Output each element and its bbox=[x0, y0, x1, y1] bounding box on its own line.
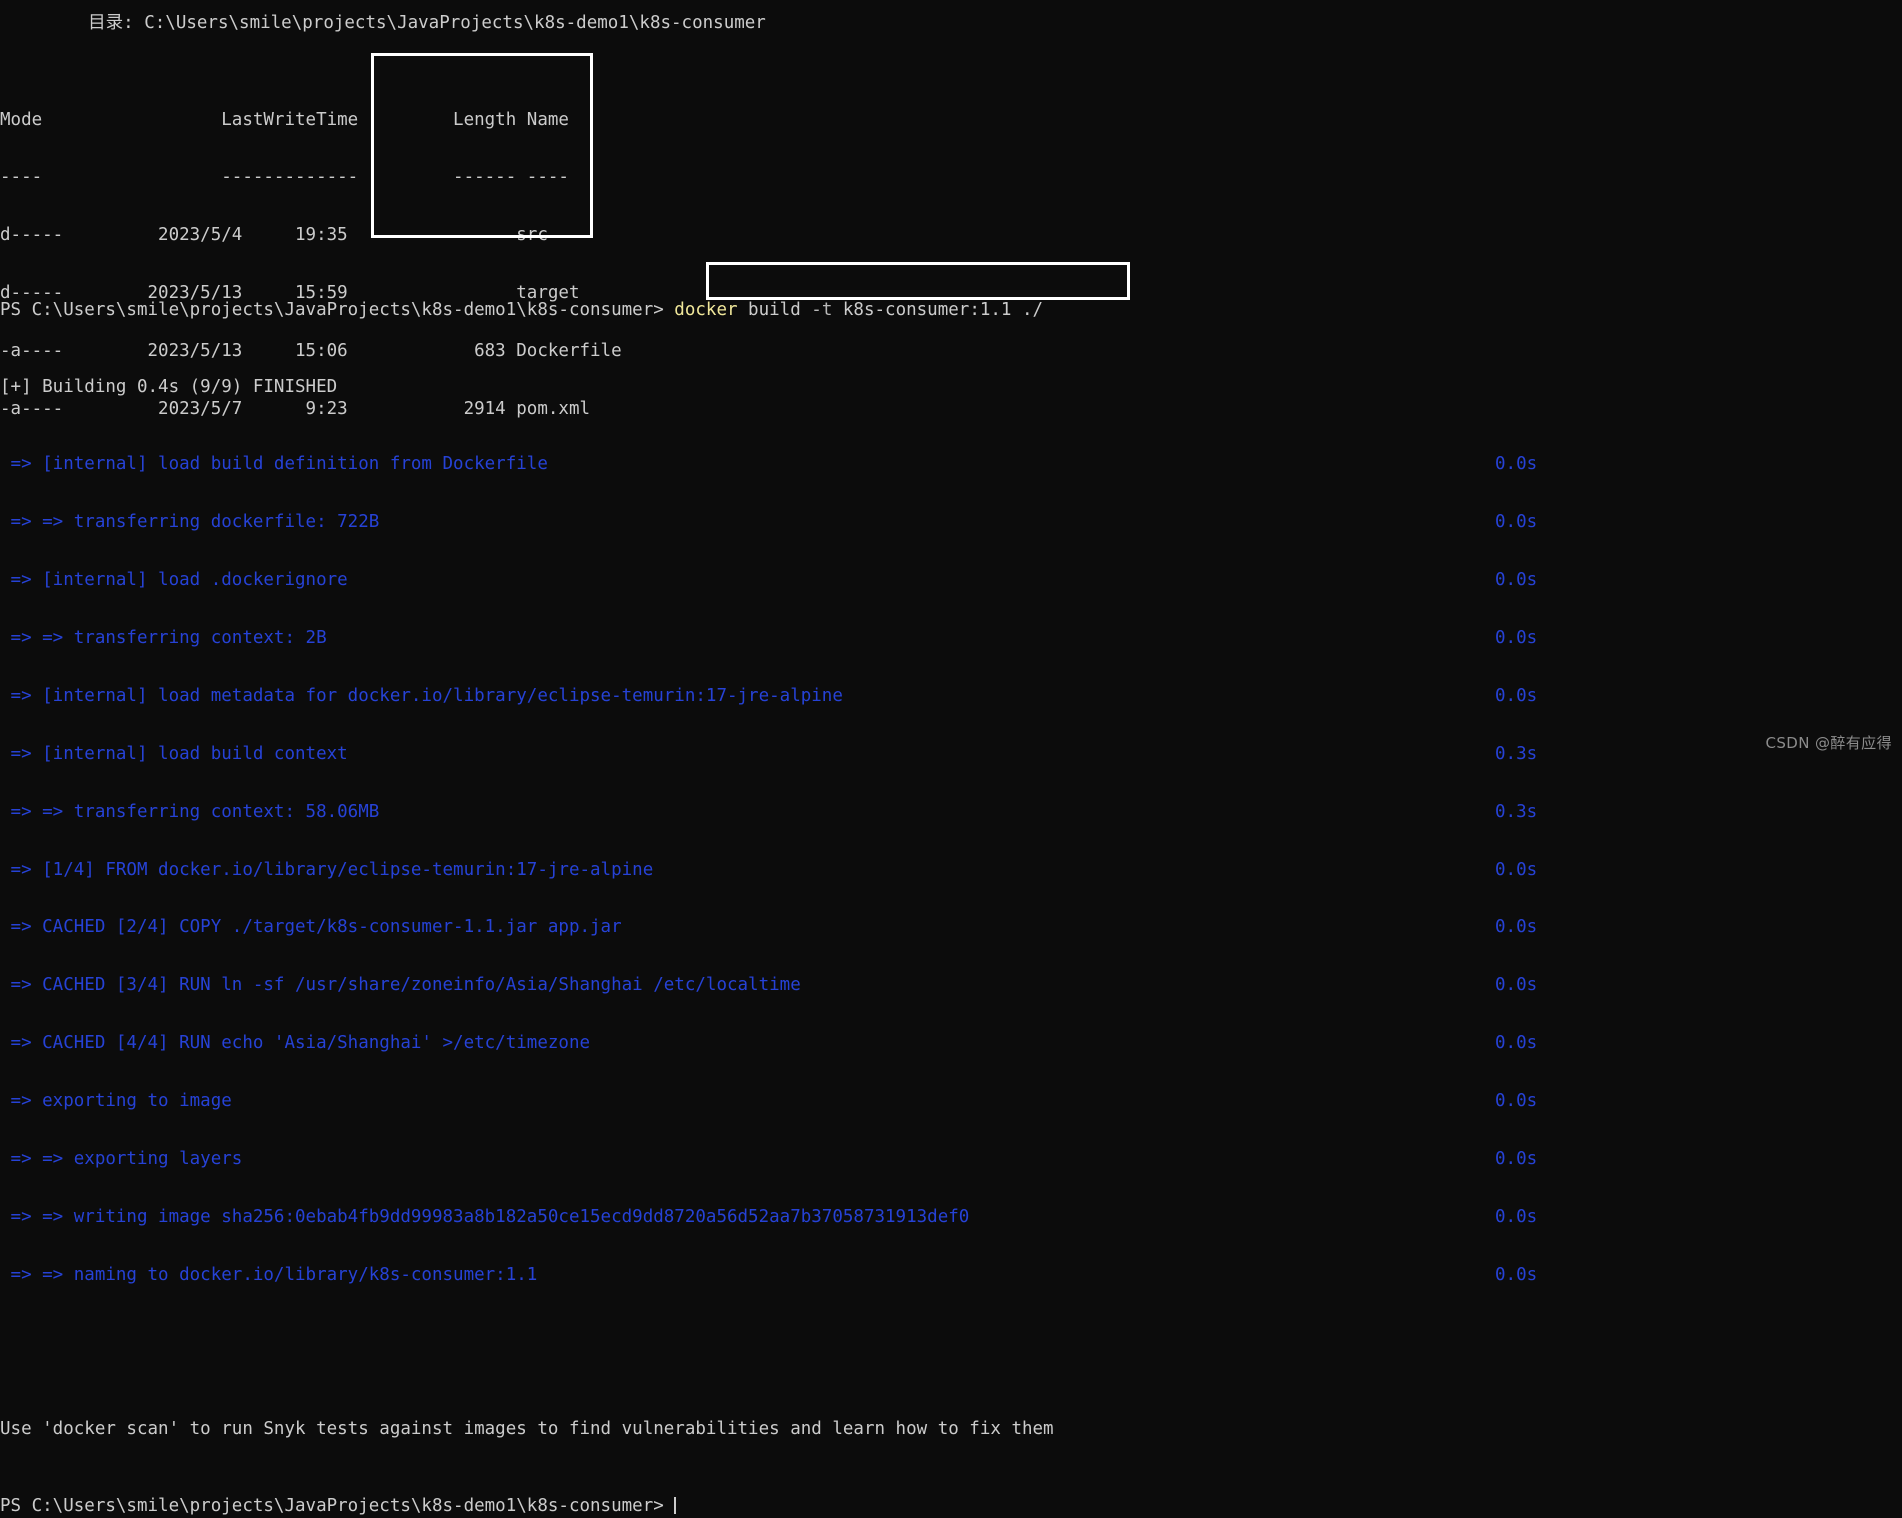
docker-build-output: PS C:\Users\smile\projects\JavaProjects\… bbox=[0, 243, 1538, 1518]
build-step-text: => exporting to image bbox=[0, 1091, 232, 1112]
build-step: => CACHED [2/4] COPY ./target/k8s-consum… bbox=[0, 917, 1538, 938]
build-step-text: => [internal] load build definition from… bbox=[0, 454, 548, 475]
listing-column-headers: Mode LastWriteTime Length Name bbox=[0, 109, 569, 130]
build-step-text: => => naming to docker.io/library/k8s-co… bbox=[0, 1264, 538, 1285]
command-flag: -t bbox=[811, 299, 833, 320]
build-step: => CACHED [3/4] RUN ln -sf /usr/share/zo… bbox=[0, 975, 1538, 996]
build-step: => [1/4] FROM docker.io/library/eclipse-… bbox=[0, 859, 1538, 880]
build-step-text: => [internal] load build context bbox=[0, 743, 348, 764]
build-step-text: => [internal] load metadata for docker.i… bbox=[0, 685, 843, 706]
build-status-line: [+] Building 0.4s (9/9) FINISHED bbox=[0, 377, 338, 398]
build-step-duration: 0.0s bbox=[1495, 1206, 1538, 1227]
build-step: => [internal] load build definition from… bbox=[0, 454, 1538, 475]
build-step-text: => => transferring context: 58.06MB bbox=[0, 801, 380, 822]
command-keyword: docker bbox=[674, 299, 738, 320]
build-step-duration: 0.0s bbox=[1495, 1091, 1538, 1112]
build-step-duration: 0.3s bbox=[1495, 801, 1538, 822]
build-step: => => naming to docker.io/library/k8s-co… bbox=[0, 1264, 1538, 1285]
build-step-text: => CACHED [3/4] RUN ln -sf /usr/share/zo… bbox=[0, 975, 801, 996]
build-step-duration: 0.0s bbox=[1495, 1148, 1538, 1169]
build-step-text: => CACHED [2/4] COPY ./target/k8s-consum… bbox=[0, 917, 622, 938]
build-step-text: => => writing image sha256:0ebab4fb9dd99… bbox=[0, 1206, 970, 1227]
build-step: => => transferring context: 58.06MB 0.3s bbox=[0, 801, 1538, 822]
build-step-duration: 0.0s bbox=[1495, 1033, 1538, 1054]
build-step-duration: 0.0s bbox=[1495, 917, 1538, 938]
build-step-text: => => transferring dockerfile: 722B bbox=[0, 512, 380, 533]
listing-separator: ---- ------------- ------ ---- bbox=[0, 167, 569, 188]
final-prompt-line[interactable]: PS C:\Users\smile\projects\JavaProjects\… bbox=[0, 1497, 1054, 1516]
build-step: => CACHED [4/4] RUN echo 'Asia/Shanghai'… bbox=[0, 1033, 1538, 1054]
build-step-duration: 0.0s bbox=[1495, 627, 1538, 648]
build-step-duration: 0.0s bbox=[1495, 859, 1538, 880]
build-step: => [internal] load build context 0.3s bbox=[0, 743, 1538, 764]
text-cursor bbox=[674, 1497, 677, 1515]
csdn-watermark: CSDN @醉有应得 bbox=[1765, 733, 1892, 752]
prompt-path: PS C:\Users\smile\projects\JavaProjects\… bbox=[0, 299, 675, 320]
build-step: => [internal] load metadata for docker.i… bbox=[0, 685, 1538, 706]
command-prompt-line[interactable]: PS C:\Users\smile\projects\JavaProjects\… bbox=[0, 299, 1054, 320]
build-step-text: => => exporting layers bbox=[0, 1148, 243, 1169]
powershell-terminal[interactable]: 目录: C:\Users\smile\projects\JavaProjects… bbox=[0, 0, 1902, 1516]
build-step-text: => CACHED [4/4] RUN echo 'Asia/Shanghai'… bbox=[0, 1033, 591, 1054]
build-step: => exporting to image 0.0s bbox=[0, 1091, 1538, 1112]
final-prompt-path: PS C:\Users\smile\projects\JavaProjects\… bbox=[0, 1496, 675, 1517]
build-step-text: => [1/4] FROM docker.io/library/eclipse-… bbox=[0, 859, 654, 880]
build-step: => => transferring dockerfile: 722B 0.0s bbox=[0, 512, 1538, 533]
build-step-duration: 0.0s bbox=[1495, 1264, 1538, 1285]
build-step-duration: 0.0s bbox=[1495, 570, 1538, 591]
build-step-duration: 0.0s bbox=[1495, 512, 1538, 533]
command-arguments: k8s-consumer:1.1 ./ bbox=[832, 299, 1044, 320]
build-step: => => transferring context: 2B 0.0s bbox=[0, 627, 1538, 648]
build-step-duration: 0.0s bbox=[1495, 685, 1538, 706]
directory-header: 目录: C:\Users\smile\projects\JavaProjects… bbox=[46, 13, 766, 33]
build-step-duration: 0.0s bbox=[1495, 975, 1538, 996]
build-step: => => writing image sha256:0ebab4fb9dd99… bbox=[0, 1206, 1538, 1227]
build-step: => [internal] load .dockerignore 0.0s bbox=[0, 570, 1538, 591]
build-step-duration: 0.3s bbox=[1495, 743, 1538, 764]
build-step: => => exporting layers 0.0s bbox=[0, 1148, 1538, 1169]
docker-scan-hint: Use 'docker scan' to run Snyk tests agai… bbox=[0, 1419, 1054, 1440]
command-subcommand: build bbox=[737, 299, 812, 320]
build-step-text: => => transferring context: 2B bbox=[0, 627, 327, 648]
build-step-duration: 0.0s bbox=[1495, 454, 1538, 475]
build-step-text: => [internal] load .dockerignore bbox=[0, 570, 348, 591]
